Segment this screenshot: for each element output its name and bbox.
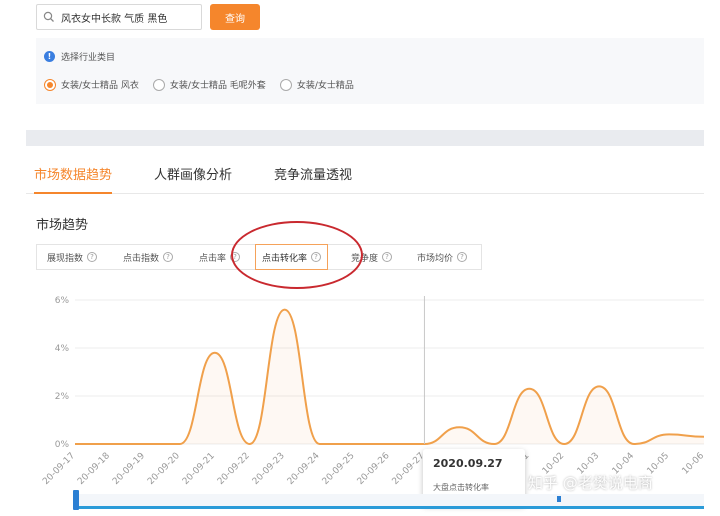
radio-option-2-label: 女装/女士精品 毛呢外套 (169, 81, 266, 91)
radio-option-1-label: 女装/女士精品 风衣 (61, 81, 139, 91)
x-tick-label: 20-09-20 (146, 451, 182, 487)
metric-tab-label: 展现指数 (47, 253, 84, 264)
category-title-text: 选择行业类目 (61, 53, 116, 63)
radio-option-3-label: 女装/女士精品 (296, 81, 354, 91)
zoom-slider-bar (74, 506, 704, 509)
metric-tab-avg-price[interactable]: 市场均价? (417, 245, 468, 269)
x-tick-label: 20-09-23 (251, 451, 287, 487)
y-tick-label: 6% (55, 296, 70, 306)
x-tick-label: 20-09-22 (216, 451, 252, 487)
section-title: 市场趋势 (36, 218, 89, 233)
x-tick-label: 20-09-19 (111, 451, 147, 487)
radio-option-1[interactable]: 女装/女士精品 风衣 (44, 78, 139, 91)
radio-selected-icon[interactable] (44, 78, 56, 91)
y-tick-label: 0% (55, 440, 70, 450)
metric-tab-clicks[interactable]: 点击指数? (123, 245, 174, 269)
help-icon[interactable]: ? (457, 252, 468, 262)
x-tick-label: 20-09-17 (41, 451, 77, 487)
highlight-circle (231, 221, 363, 289)
x-tick-label: 20-09-21 (181, 451, 217, 487)
category-panel: ! 选择行业类目 女装/女士精品 风衣 女装/女士精品 毛呢外套 女装/女士精品 (36, 38, 704, 104)
metric-tab-impressions[interactable]: 展现指数? (47, 245, 98, 269)
tooltip-label: 大盘点击转化率 (433, 483, 489, 492)
info-icon: ! (44, 51, 55, 62)
category-radios: 女装/女士精品 风衣 女装/女士精品 毛呢外套 女装/女士精品 (44, 78, 368, 91)
search-button[interactable]: 查询 (210, 4, 260, 30)
y-tick-label: 4% (55, 344, 70, 354)
x-tick-label: 20-09-27 (391, 451, 427, 487)
help-icon[interactable]: ? (163, 252, 174, 262)
tab-audience-profile[interactable]: 人群画像分析 (154, 164, 232, 194)
zoom-slider-marker (557, 496, 561, 502)
radio-unselected-icon[interactable] (279, 78, 292, 91)
metric-tab-label: 点击率 (199, 253, 227, 264)
x-tick-label: 20-09-24 (286, 451, 322, 487)
y-tick-label: 2% (55, 392, 70, 402)
series-area (75, 309, 704, 444)
tab-competition-traffic[interactable]: 竞争流量透视 (274, 164, 352, 194)
radio-unselected-icon[interactable] (152, 78, 165, 91)
tooltip-date: 2020.09.27 (433, 457, 503, 470)
help-icon[interactable]: ? (382, 252, 393, 262)
trend-chart[interactable]: 0%2%4%6% 20-09-1720-09-1820-09-1920-09-2… (0, 286, 720, 496)
watermark: 知乎 @老樊说电商 (528, 474, 653, 492)
radio-option-2[interactable]: 女装/女士精品 毛呢外套 (152, 78, 266, 91)
x-tick-label: 10-06 (681, 451, 707, 477)
radio-option-3[interactable]: 女装/女士精品 (279, 78, 354, 91)
metric-tab-label: 点击指数 (123, 253, 160, 264)
x-tick-label: 20-09-25 (321, 451, 357, 487)
x-tick-label: 20-09-26 (356, 451, 392, 487)
x-tick-label: 20-09-18 (76, 451, 112, 487)
metric-tab-label: 市场均价 (417, 253, 454, 264)
main-tabs: 市场数据趋势 人群画像分析 竞争流量透视 (26, 158, 704, 194)
category-title: ! 选择行业类目 (44, 50, 115, 63)
tab-market-trend[interactable]: 市场数据趋势 (34, 164, 113, 194)
section-divider (26, 130, 704, 146)
search-value: 风衣女中长款 气质 黑色 (61, 13, 168, 25)
help-icon[interactable]: ? (87, 252, 98, 262)
search-input[interactable]: 风衣女中长款 气质 黑色 (36, 4, 202, 30)
zoom-slider-handle[interactable] (73, 490, 79, 510)
search-icon (37, 11, 61, 23)
